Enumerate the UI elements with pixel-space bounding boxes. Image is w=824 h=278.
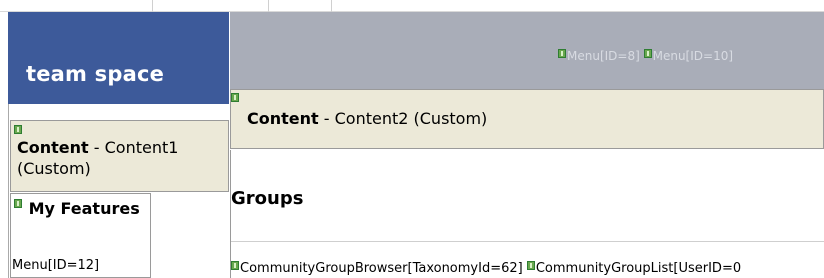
content2-name: Content: [247, 109, 319, 128]
control-marker-icon[interactable]: [558, 49, 566, 58]
banner-title: team space: [26, 62, 165, 86]
community-group-browser[interactable]: CommunityGroupBrowser[TaxonomyId=62]: [240, 261, 523, 276]
content1-zone[interactable]: Content - Content1 (Custom): [10, 120, 229, 192]
menu-10-label[interactable]: Menu[ID=10]: [653, 49, 733, 63]
menu-8-label[interactable]: Menu[ID=8]: [567, 49, 640, 63]
top-divider: [268, 0, 269, 12]
top-menu-placeholders: Menu[ID=8] Menu[ID=10]: [558, 49, 733, 63]
my-features-title: My Features: [14, 199, 140, 218]
features-title-text: My Features: [28, 199, 140, 218]
control-marker-icon[interactable]: [231, 261, 239, 270]
menu-12-label[interactable]: Menu[ID=12]: [12, 258, 99, 273]
content1-name: Content: [17, 138, 89, 157]
groups-divider: [231, 241, 824, 242]
content1-label: Content - Content1 (Custom): [17, 137, 227, 179]
groups-section: Groups CommunityGroupBrowser[TaxonomyId=…: [230, 150, 824, 278]
content2-label: Content - Content2 (Custom): [247, 109, 487, 128]
control-marker-icon[interactable]: [526, 261, 535, 270]
top-strip: [0, 0, 824, 12]
my-features-zone[interactable]: My Features Menu[ID=12]: [10, 193, 151, 278]
control-marker-icon[interactable]: [643, 49, 652, 58]
top-divider: [331, 0, 332, 12]
groups-heading: Groups: [231, 188, 304, 209]
control-marker-icon[interactable]: [14, 199, 22, 208]
community-group-list[interactable]: CommunityGroupList[UserID=0: [536, 261, 741, 276]
groups-controls: CommunityGroupBrowser[TaxonomyId=62] Com…: [231, 261, 741, 276]
content2-desc: - Content2 (Custom): [318, 109, 488, 128]
content2-zone[interactable]: Content - Content2 (Custom): [230, 89, 824, 149]
control-marker-icon[interactable]: [14, 125, 22, 134]
team-space-banner: team space: [8, 12, 229, 105]
top-divider: [152, 0, 153, 12]
control-marker-icon[interactable]: [231, 93, 239, 102]
